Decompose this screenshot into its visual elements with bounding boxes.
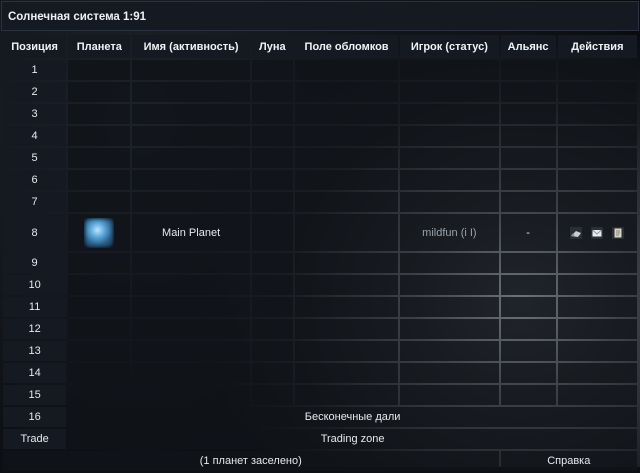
- actions-cell: [557, 214, 637, 251]
- debris-cell: [294, 214, 399, 251]
- table-row: 9: [3, 253, 637, 273]
- buddy-request-icon[interactable]: [611, 226, 625, 240]
- trading-zone-link[interactable]: Trading zone: [68, 429, 637, 449]
- message-envelope-icon[interactable]: [590, 226, 604, 240]
- planet-icon[interactable]: [84, 217, 115, 248]
- position-cell: 12: [3, 319, 67, 339]
- expedition-row: 16 Бесконечные дали: [3, 407, 637, 427]
- header-player: Игрок (статус): [400, 35, 499, 58]
- galaxy-table: Позиция Планета Имя (активность) Луна По…: [1, 33, 639, 473]
- position-cell: 10: [3, 275, 67, 295]
- header-row: Позиция Планета Имя (активность) Луна По…: [3, 35, 637, 58]
- trade-label: Trade: [3, 429, 67, 449]
- header-moon: Луна: [251, 35, 293, 58]
- position-cell: 16: [3, 407, 67, 427]
- position-cell: 2: [3, 82, 67, 102]
- header-position: Позиция: [3, 35, 67, 58]
- table-row: 13: [3, 341, 637, 361]
- alliance-cell: -: [500, 214, 556, 251]
- position-cell: 9: [3, 253, 67, 273]
- player-name[interactable]: mildfun: [422, 227, 457, 239]
- spy-probe-icon[interactable]: [569, 226, 583, 240]
- planet-cell: [68, 214, 131, 251]
- table-row: 5: [3, 148, 637, 168]
- header-actions: Действия: [557, 35, 637, 58]
- player-status: (i I): [460, 226, 477, 239]
- table-row: 10: [3, 275, 637, 295]
- expedition-link[interactable]: Бесконечные дали: [68, 407, 637, 427]
- position-cell: 6: [3, 170, 67, 190]
- table-row: 7: [3, 192, 637, 212]
- table-row: 6: [3, 170, 637, 190]
- table-row: 12: [3, 319, 637, 339]
- footer-row: (1 планет заселено) Справка: [3, 451, 637, 471]
- player-cell: mildfun (i I): [400, 214, 499, 251]
- position-cell: 14: [3, 363, 67, 383]
- position-cell: 13: [3, 341, 67, 361]
- table-row: 1: [3, 60, 637, 80]
- table-row-occupied: 8 Main Planet mildfun (i I) -: [3, 214, 637, 251]
- trade-row: Trade Trading zone: [3, 429, 637, 449]
- table-row: 2: [3, 82, 637, 102]
- position-cell: 3: [3, 104, 67, 124]
- help-link[interactable]: Справка: [500, 451, 637, 471]
- header-alliance: Альянс: [500, 35, 556, 58]
- position-cell: 8: [3, 214, 67, 251]
- position-cell: 1: [3, 60, 67, 80]
- galaxy-view: Солнечная система 1:91 Позиция Планета И…: [1, 1, 639, 471]
- planet-name[interactable]: Main Planet: [132, 214, 250, 251]
- position-cell: 15: [3, 385, 67, 405]
- system-title: Солнечная система 1:91: [1, 1, 639, 31]
- table-row: 15: [3, 385, 637, 405]
- table-row: 4: [3, 126, 637, 146]
- moon-cell: [251, 214, 293, 251]
- position-cell: 11: [3, 297, 67, 317]
- header-planet: Планета: [68, 35, 131, 58]
- header-debris: Поле обломков: [294, 35, 399, 58]
- table-row: 14: [3, 363, 637, 383]
- header-name: Имя (активность): [132, 35, 250, 58]
- position-cell: 7: [3, 192, 67, 212]
- position-cell: 4: [3, 126, 67, 146]
- table-row: 11: [3, 297, 637, 317]
- colonized-count: (1 планет заселено): [3, 451, 499, 471]
- position-cell: 5: [3, 148, 67, 168]
- table-row: 3: [3, 104, 637, 124]
